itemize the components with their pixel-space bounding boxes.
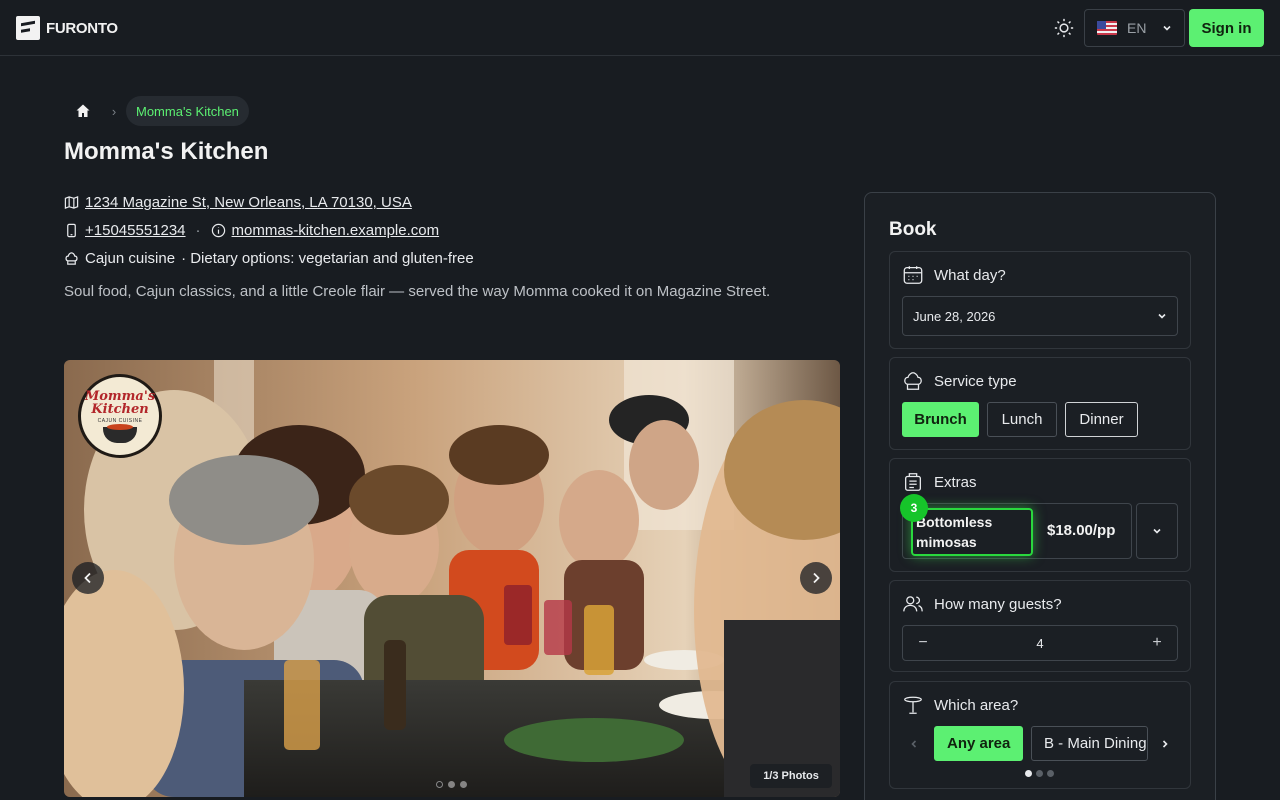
day-card: What day? June 28, 2026 (889, 251, 1191, 349)
guests-card: How many guests? − 4 + (889, 580, 1191, 672)
gallery-next-button[interactable] (800, 562, 832, 594)
extra-count-badge: 3 (900, 494, 928, 522)
info-icon (211, 223, 225, 238)
guests-label: How many guests? (934, 595, 1062, 613)
sign-in-button[interactable]: Sign in (1189, 9, 1264, 47)
area-option-main-dining[interactable]: B - Main Dining (1031, 726, 1148, 761)
date-select[interactable]: June 28, 2026 (902, 296, 1178, 336)
gallery-dot[interactable] (460, 781, 467, 788)
gallery-dot[interactable] (448, 781, 455, 788)
service-card: Service type Brunch Lunch Dinner (889, 357, 1191, 450)
area-label: Which area? (934, 696, 1019, 714)
restaurant-photo (64, 360, 840, 797)
brand-name: FURONTO (46, 19, 118, 37)
guests-decrement-button[interactable]: − (903, 626, 943, 660)
chevron-down-icon (1153, 528, 1161, 534)
theme-toggle-icon[interactable] (1053, 17, 1075, 39)
calendar-icon (903, 266, 923, 284)
area-pagination (1025, 770, 1054, 777)
page-title: Momma's Kitchen (64, 138, 269, 165)
map-icon (64, 195, 79, 210)
service-option-lunch[interactable]: Lunch (987, 402, 1057, 437)
cuisine-text: Cajun cuisine (85, 250, 176, 267)
breadcrumb-home[interactable] (64, 96, 102, 126)
extra-item-price: $18.00/pp (1047, 522, 1116, 539)
address-row: 1234 Magazine St, New Orleans, LA 70130,… (64, 194, 412, 211)
service-option-dinner[interactable]: Dinner (1065, 402, 1138, 437)
logo-icon (16, 16, 40, 40)
language-label: EN (1127, 20, 1147, 36)
area-dot[interactable] (1047, 770, 1054, 777)
chevron-down-icon (1158, 313, 1166, 319)
separator: · (195, 222, 201, 239)
chevron-right-icon (813, 572, 820, 584)
phone-icon (67, 223, 76, 238)
area-next-button[interactable] (1155, 734, 1175, 754)
date-value: June 28, 2026 (913, 308, 996, 324)
logo-tagline: CAJUN CUISINE (97, 417, 143, 424)
logo-line-1: Momma's (84, 388, 156, 404)
booking-panel: Book What day? June 28, 2026 Service typ… (864, 192, 1216, 800)
contact-row: +15045551234 · mommas-kitchen.example.co… (64, 222, 439, 239)
language-selector[interactable]: EN (1084, 9, 1185, 47)
chevron-left-icon (911, 740, 917, 748)
pot-icon (103, 423, 137, 443)
extras-dropdown-button[interactable] (1136, 503, 1178, 559)
restaurant-description: Soul food, Cajun classics, and a little … (64, 283, 771, 300)
guests-stepper: − 4 + (902, 625, 1178, 661)
booking-title: Book (889, 219, 937, 240)
restaurant-logo: Momma's Kitchen CAJUN CUISINE (78, 374, 162, 458)
day-header: What day? (902, 264, 1006, 286)
area-header: Which area? (902, 694, 1018, 716)
chevron-right-icon (1162, 740, 1168, 748)
area-dot[interactable] (1025, 770, 1032, 777)
service-option-brunch[interactable]: Brunch (902, 402, 979, 437)
users-icon (903, 596, 923, 612)
area-option-any[interactable]: Any area (934, 726, 1023, 761)
guests-value[interactable]: 4 (943, 626, 1137, 660)
photo-gallery: Momma's Kitchen CAJUN CUISINE 1/3 Photos (64, 360, 840, 797)
chevron-right-icon: › (111, 103, 117, 119)
area-prev-button[interactable] (904, 734, 924, 754)
extra-item-name: Bottomless mimosas (911, 508, 1033, 556)
phone-link[interactable]: +15045551234 (85, 222, 186, 239)
logo-line-2: Kitchen (91, 401, 149, 417)
day-label: What day? (934, 266, 1006, 284)
guests-increment-button[interactable]: + (1137, 626, 1177, 660)
chef-hat-icon (904, 372, 922, 390)
us-flag-icon (1097, 21, 1117, 35)
area-card: Which area? Any area B - Main Dining (889, 681, 1191, 789)
breadcrumb-current[interactable]: Momma's Kitchen (126, 96, 249, 126)
chef-hat-icon (65, 252, 78, 265)
extra-item[interactable]: Bottomless mimosas $18.00/pp (902, 503, 1132, 559)
address-link[interactable]: 1234 Magazine St, New Orleans, LA 70130,… (85, 194, 412, 211)
chevron-left-icon (84, 572, 91, 584)
extras-card: Extras Bottomless mimosas $18.00/pp 3 (889, 458, 1191, 572)
extras-header: Extras (902, 471, 977, 493)
photo-counter: 1/3 Photos (750, 764, 832, 788)
breadcrumb: › Momma's Kitchen (64, 96, 249, 126)
gallery-prev-button[interactable] (72, 562, 104, 594)
extras-label: Extras (934, 473, 977, 491)
gallery-dot[interactable] (436, 781, 443, 788)
area-dot[interactable] (1036, 770, 1043, 777)
service-label: Service type (934, 372, 1017, 390)
brand-logo[interactable]: FURONTO (16, 16, 118, 40)
chevron-down-icon (1163, 25, 1172, 31)
guests-header: How many guests? (902, 593, 1062, 615)
cuisine-row: Cajun cuisine · Dietary options: vegetar… (64, 250, 474, 267)
dietary-text: · Dietary options: vegetarian and gluten… (181, 250, 474, 267)
gallery-dots (436, 781, 467, 788)
top-bar: FURONTO EN Sign in (0, 0, 1280, 56)
menu-icon (905, 473, 921, 491)
website-link[interactable]: mommas-kitchen.example.com (232, 222, 440, 239)
table-icon (904, 696, 922, 714)
service-header: Service type (902, 370, 1017, 392)
home-icon (76, 104, 90, 117)
